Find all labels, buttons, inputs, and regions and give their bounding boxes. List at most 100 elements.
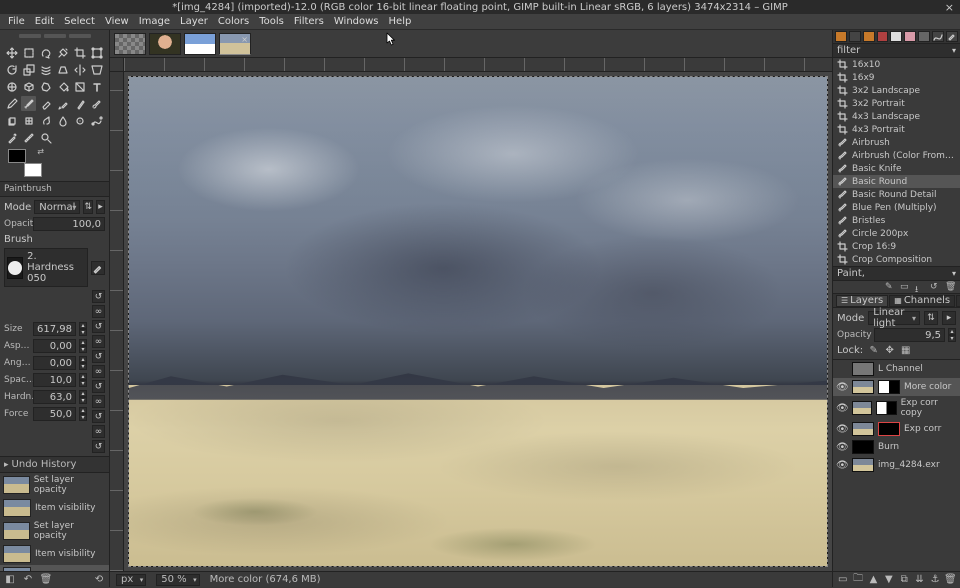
options-reset-icon[interactable]: ⟲ [93, 574, 105, 586]
reset-angle-icon[interactable]: ↺ [92, 350, 105, 363]
link-hardness-icon[interactable]: ∞ [92, 425, 105, 438]
doc-tab-3[interactable] [184, 33, 216, 55]
reset-aspect-icon[interactable]: ↺ [92, 320, 105, 333]
tool-path[interactable] [89, 113, 104, 128]
brush-edit-icon[interactable] [91, 261, 105, 275]
layer-thumb[interactable] [852, 440, 874, 454]
tab-paths[interactable]: ↝ Paths [956, 295, 960, 307]
layer-thumb[interactable] [852, 401, 872, 415]
tool-paintbrush[interactable] [21, 96, 36, 111]
rtab-brushes-icon[interactable] [835, 31, 847, 42]
tool-smudge[interactable] [38, 113, 53, 128]
preset-category[interactable]: Paint, [833, 266, 960, 280]
layer-mode-swap-icon[interactable]: ⇅ [924, 311, 938, 325]
preset-item[interactable]: Crop 16:9 [833, 240, 960, 253]
menu-filters[interactable]: Filters [290, 15, 328, 28]
duplicate-layer-icon[interactable]: ⧉ [898, 574, 910, 586]
undo-item[interactable]: Item visibility [0, 497, 109, 519]
menu-colors[interactable]: Colors [214, 15, 253, 28]
menu-help[interactable]: Help [385, 15, 416, 28]
visibility-toggle-icon[interactable]: 👁 [836, 403, 848, 414]
ruler-vertical[interactable] [110, 72, 124, 571]
preset-save-icon[interactable]: ⭳ [915, 282, 926, 293]
layer-thumb[interactable] [852, 458, 874, 472]
rtab-history-icon[interactable] [890, 31, 902, 42]
preset-item[interactable]: Basic Round [833, 175, 960, 188]
options-save-icon[interactable]: ◧ [4, 574, 16, 586]
rtab-palettes-icon[interactable] [904, 31, 916, 42]
canvas[interactable] [128, 76, 828, 567]
rtab-patterns-icon[interactable] [849, 31, 861, 42]
reset-hardness-icon[interactable]: ↺ [92, 410, 105, 423]
lock-position-icon[interactable]: ✥ [884, 345, 895, 356]
tool-rect-select[interactable] [21, 45, 36, 60]
menu-select[interactable]: Select [60, 15, 99, 28]
link-angle-icon[interactable]: ∞ [92, 365, 105, 378]
layer-opacity-slider[interactable]: 9,5 [874, 328, 945, 342]
tool-perspective[interactable] [89, 62, 104, 77]
preset-item[interactable]: Airbrush [833, 136, 960, 149]
reset-size-icon[interactable]: ↺ [92, 290, 105, 303]
preset-item[interactable]: Crop Composition [833, 253, 960, 266]
options-delete-icon[interactable]: 🗑 [40, 574, 52, 586]
rtab-gradients-icon[interactable] [863, 31, 875, 42]
unit-combo[interactable]: px [116, 574, 146, 586]
tool-unified-transform[interactable] [89, 45, 104, 60]
rtab-mypaint-icon[interactable] [918, 31, 930, 42]
layer-mask-thumb[interactable] [876, 401, 896, 415]
doc-tab-1[interactable] [114, 33, 146, 55]
menu-windows[interactable]: Windows [330, 15, 383, 28]
preset-filter[interactable]: filter [833, 44, 960, 58]
preset-new-icon[interactable]: ▭ [900, 282, 911, 293]
tool-dodge-burn[interactable] [72, 113, 87, 128]
preset-item[interactable]: Circle 200px [833, 227, 960, 240]
preset-item[interactable]: Blue Pen (Multiply) [833, 201, 960, 214]
tool-clone[interactable] [4, 113, 19, 128]
reset-force-icon[interactable]: ↺ [92, 440, 105, 453]
doc-tab-2[interactable] [149, 33, 181, 55]
tool-ink[interactable] [72, 96, 87, 111]
opacity-slider[interactable]: 100,0 [33, 217, 105, 231]
mode-swap-icon[interactable]: ⇅ [83, 200, 93, 214]
doc-tab-4-active[interactable]: × [219, 33, 251, 55]
rtab-dynamics-icon[interactable] [932, 31, 944, 42]
preset-item[interactable]: 4x3 Portrait [833, 123, 960, 136]
rtab-fonts-icon[interactable] [877, 31, 889, 42]
brush-preview[interactable]: 2. Hardness 050 [4, 248, 88, 287]
size-down[interactable]: ▾ [79, 329, 87, 336]
preset-item[interactable]: 16x10 [833, 58, 960, 71]
lock-alpha-icon[interactable]: ▦ [900, 345, 911, 356]
visibility-toggle-icon[interactable]: 👁 [836, 460, 848, 471]
layer-row[interactable]: 👁Burn [833, 438, 960, 456]
swap-colors-icon[interactable]: ⇄ [37, 147, 44, 156]
layer-row[interactable]: 👁img_4284.exr [833, 456, 960, 474]
tool-gradient[interactable] [72, 79, 87, 94]
tool-airbrush[interactable] [55, 96, 70, 111]
layer-down-icon[interactable]: ▼ [883, 574, 895, 586]
fg-color-swatch[interactable] [8, 149, 26, 163]
size-up[interactable]: ▴ [79, 322, 87, 329]
preset-item[interactable]: Bristles [833, 214, 960, 227]
layer-thumb[interactable] [852, 362, 874, 376]
layer-row[interactable]: 👁Exp corr copy [833, 396, 960, 420]
tool-move[interactable] [4, 45, 19, 60]
menu-file[interactable]: File [4, 15, 29, 28]
preset-item[interactable]: Airbrush (Color From Gradient) [833, 149, 960, 162]
tool-zoom[interactable] [38, 130, 53, 145]
menu-edit[interactable]: Edit [31, 15, 58, 28]
preset-item[interactable]: 3x2 Landscape [833, 84, 960, 97]
layer-row[interactable]: L Channel [833, 360, 960, 378]
ruler-corner[interactable] [110, 58, 124, 72]
ruler-horizontal[interactable] [124, 58, 832, 72]
menu-layer[interactable]: Layer [176, 15, 212, 28]
anchor-layer-icon[interactable]: ⚓ [929, 574, 941, 586]
tool-free-select[interactable] [38, 45, 53, 60]
layer-thumb[interactable] [852, 380, 874, 394]
undo-item[interactable]: Item visibility [0, 543, 109, 565]
force-slider[interactable]: 50,0 [33, 407, 76, 421]
dock-handle[interactable] [4, 34, 105, 42]
visibility-toggle-icon[interactable]: 👁 [836, 442, 848, 453]
rtab-tool-presets-icon[interactable] [946, 31, 958, 42]
menu-tools[interactable]: Tools [255, 15, 288, 28]
delete-layer-icon[interactable]: 🗑 [944, 574, 956, 586]
